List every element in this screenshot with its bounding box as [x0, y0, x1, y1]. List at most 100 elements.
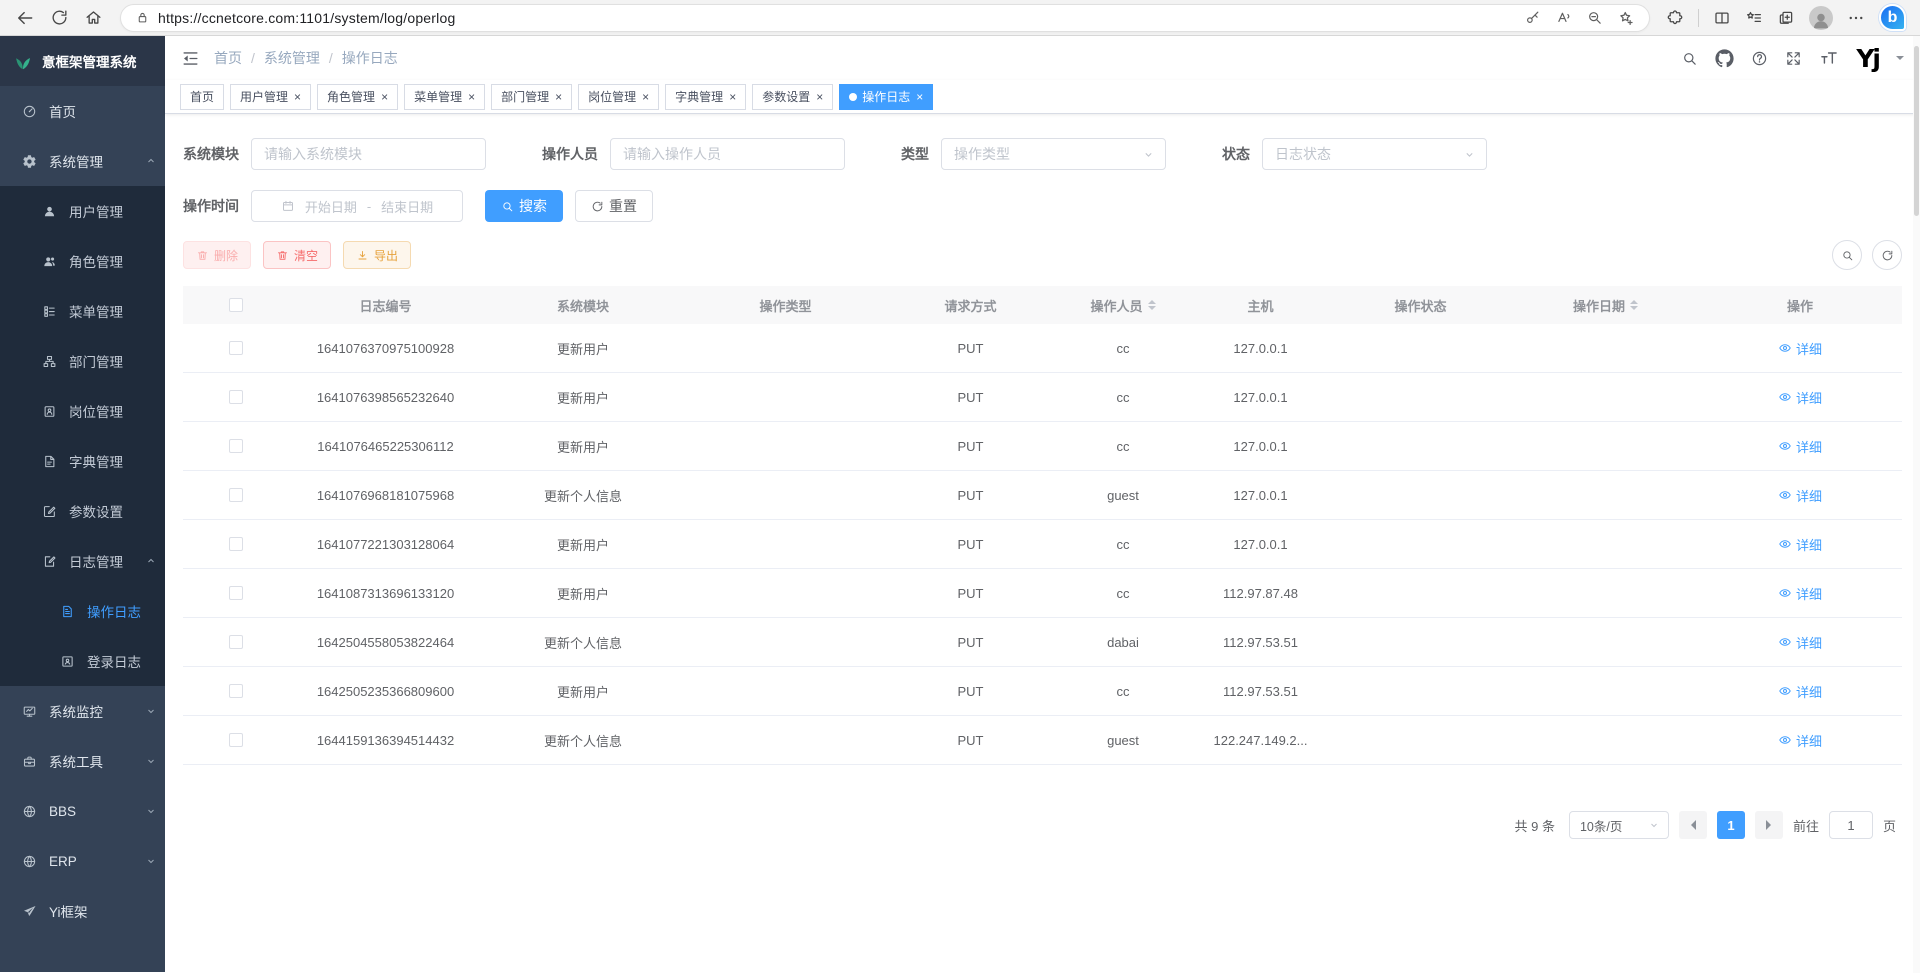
address-bar[interactable]: https://ccnetcore.com:1101/system/log/op…: [120, 4, 1650, 32]
sort-carets-icon[interactable]: [1148, 296, 1156, 314]
bing-chat-icon[interactable]: b: [1879, 4, 1906, 31]
split-screen-icon[interactable]: [1713, 9, 1731, 27]
detail-link[interactable]: 详细: [1778, 388, 1822, 407]
sidebar-item[interactable]: 登录日志: [0, 636, 165, 686]
password-key-icon[interactable]: [1524, 9, 1541, 26]
select-all-checkbox[interactable]: [229, 298, 243, 312]
detail-link[interactable]: 详细: [1778, 486, 1822, 505]
user-caret-down-icon[interactable]: [1896, 56, 1904, 64]
breadcrumb-item[interactable]: 系统管理: [264, 48, 320, 68]
zoom-out-icon[interactable]: [1586, 9, 1603, 26]
read-aloud-icon[interactable]: [1555, 9, 1572, 26]
detail-link[interactable]: 详细: [1778, 633, 1822, 652]
tag-tab[interactable]: 岗位管理: [578, 84, 659, 110]
tag-tab[interactable]: 部门管理: [491, 84, 572, 110]
date-range-picker[interactable]: 开始日期 - 结束日期: [251, 190, 463, 222]
sidebar-item[interactable]: 菜单管理: [0, 286, 165, 336]
sidebar-item[interactable]: 部门管理: [0, 336, 165, 386]
status-select[interactable]: 日志状态: [1262, 138, 1487, 170]
scrollbar-thumb[interactable]: [1914, 46, 1919, 216]
browser-menu-icon[interactable]: [1847, 9, 1865, 27]
sidebar-item[interactable]: 用户管理: [0, 186, 165, 236]
page-size-select[interactable]: 10条/页: [1569, 811, 1669, 839]
tag-tab[interactable]: 角色管理: [317, 84, 398, 110]
browser-home-button[interactable]: [78, 3, 108, 33]
sidebar-item[interactable]: 角色管理: [0, 236, 165, 286]
reset-button[interactable]: 重置: [575, 190, 653, 222]
tab-close-icon[interactable]: [381, 91, 388, 103]
user-logo[interactable]: Yj: [1856, 46, 1879, 71]
github-icon[interactable]: [1715, 49, 1734, 68]
help-icon[interactable]: [1751, 50, 1768, 67]
sidebar-item[interactable]: 系统管理: [0, 136, 165, 186]
row-checkbox[interactable]: [229, 439, 243, 453]
tab-close-icon[interactable]: [916, 91, 923, 103]
sidebar-item[interactable]: 岗位管理: [0, 386, 165, 436]
browser-reload-button[interactable]: [44, 3, 74, 33]
detail-link[interactable]: 详细: [1778, 339, 1822, 358]
tab-close-icon[interactable]: [294, 91, 301, 103]
sidebar-item[interactable]: 首页: [0, 86, 165, 136]
row-checkbox[interactable]: [229, 586, 243, 600]
operator-input[interactable]: [610, 138, 845, 170]
sidebar-item[interactable]: 系统监控: [0, 686, 165, 736]
type-select[interactable]: 操作类型: [941, 138, 1166, 170]
browser-back-button[interactable]: [10, 3, 40, 33]
prev-page-button[interactable]: [1679, 811, 1707, 839]
search-button[interactable]: 搜索: [485, 190, 563, 222]
tab-close-icon[interactable]: [816, 91, 823, 103]
row-checkbox[interactable]: [229, 684, 243, 698]
tag-tab[interactable]: 操作日志: [839, 84, 933, 110]
clear-button[interactable]: 清空: [263, 241, 331, 269]
row-checkbox[interactable]: [229, 488, 243, 502]
export-button[interactable]: 导出: [343, 241, 411, 269]
page-scrollbar[interactable]: [1913, 36, 1920, 973]
profile-avatar[interactable]: [1809, 6, 1833, 30]
next-page-button[interactable]: [1755, 811, 1783, 839]
detail-link[interactable]: 详细: [1778, 731, 1822, 750]
sidebar-item[interactable]: BBS: [0, 786, 165, 836]
sidebar-fold-icon[interactable]: [181, 49, 200, 68]
url-text[interactable]: https://ccnetcore.com:1101/system/log/op…: [158, 10, 1524, 26]
sort-carets-icon[interactable]: [1630, 296, 1638, 314]
breadcrumb-item[interactable]: 操作日志: [342, 48, 398, 68]
sidebar-item[interactable]: ERP: [0, 836, 165, 886]
favorites-icon[interactable]: [1745, 9, 1763, 27]
row-checkbox[interactable]: [229, 390, 243, 404]
module-input[interactable]: [251, 138, 486, 170]
tab-close-icon[interactable]: [729, 91, 736, 103]
row-checkbox[interactable]: [229, 537, 243, 551]
row-checkbox[interactable]: [229, 341, 243, 355]
toggle-search-button[interactable]: [1832, 240, 1862, 270]
tag-tab[interactable]: 菜单管理: [404, 84, 485, 110]
tab-close-icon[interactable]: [468, 91, 475, 103]
detail-link[interactable]: 详细: [1778, 682, 1822, 701]
tag-tab[interactable]: 参数设置: [752, 84, 833, 110]
goto-page-input[interactable]: [1829, 811, 1873, 839]
collections-icon[interactable]: [1777, 9, 1795, 27]
page-number-button[interactable]: 1: [1717, 811, 1745, 839]
sidebar-item[interactable]: 操作日志: [0, 586, 165, 636]
delete-button[interactable]: 删除: [183, 241, 251, 269]
row-checkbox[interactable]: [229, 635, 243, 649]
refresh-table-button[interactable]: [1872, 240, 1902, 270]
detail-link[interactable]: 详细: [1778, 584, 1822, 603]
add-favorite-icon[interactable]: [1617, 9, 1635, 27]
sidebar-item[interactable]: 日志管理: [0, 536, 165, 586]
tab-close-icon[interactable]: [642, 91, 649, 103]
tag-tab[interactable]: 首页: [180, 84, 224, 110]
detail-link[interactable]: 详细: [1778, 437, 1822, 456]
tab-close-icon[interactable]: [555, 91, 562, 103]
breadcrumb-item[interactable]: 首页: [214, 48, 242, 68]
header-search-icon[interactable]: [1681, 50, 1698, 67]
fullscreen-icon[interactable]: [1785, 50, 1802, 67]
tag-tab[interactable]: 用户管理: [230, 84, 311, 110]
text-size-icon[interactable]: [1819, 48, 1839, 68]
row-checkbox[interactable]: [229, 733, 243, 747]
sidebar-item[interactable]: Yi框架: [0, 886, 165, 936]
detail-link[interactable]: 详细: [1778, 535, 1822, 554]
sidebar-item[interactable]: 系统工具: [0, 736, 165, 786]
extensions-icon[interactable]: [1666, 9, 1684, 27]
sidebar-item[interactable]: 参数设置: [0, 486, 165, 536]
sidebar-item[interactable]: 字典管理: [0, 436, 165, 486]
